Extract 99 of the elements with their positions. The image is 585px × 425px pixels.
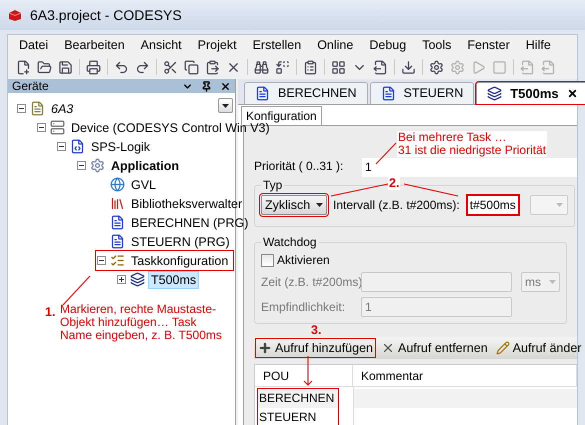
field-label: Intervall (z.B. t#200ms): xyxy=(333,197,460,214)
document-icon xyxy=(110,234,125,249)
printer-icon[interactable] xyxy=(86,60,101,74)
type-dropdown[interactable]: Zyklisch xyxy=(261,195,327,215)
pencil-icon xyxy=(496,341,510,355)
tree-item[interactable]: SPS-Logik xyxy=(88,138,154,156)
menu-item[interactable]: Hilfe xyxy=(526,36,551,54)
editor-tab[interactable]: T500ms xyxy=(476,82,585,104)
cross-icon xyxy=(381,341,395,355)
stack-icon xyxy=(130,272,145,287)
menu-item[interactable]: Datei xyxy=(19,36,48,54)
close-icon[interactable] xyxy=(566,88,578,99)
checkbox[interactable] xyxy=(261,254,274,266)
annotation-text: 2. xyxy=(388,176,400,190)
tree-item[interactable]: BERECHNEN (PRG) xyxy=(128,214,252,232)
gear-icon[interactable] xyxy=(429,60,444,74)
editor-tab[interactable]: STEUERN xyxy=(370,82,474,104)
annotation-text: Bei mehrere Task … 31 ist die niedrigste Priorität xyxy=(397,131,548,157)
leader-arrow xyxy=(304,356,312,386)
editor-tab[interactable]: BERECHNEN xyxy=(244,82,368,104)
sensitivity-field: 1 xyxy=(361,296,512,316)
table-cell[interactable]: BERECHNEN xyxy=(258,389,338,408)
document-icon xyxy=(30,101,45,116)
tree-item[interactable]: STEUERN (PRG) xyxy=(128,232,233,250)
column-header[interactable]: POU xyxy=(255,365,353,386)
toolbar-button[interactable]: Aufruf entfernen xyxy=(379,339,490,357)
download-icon[interactable] xyxy=(401,60,416,74)
gear-icon xyxy=(90,158,105,173)
caret-icon xyxy=(549,280,556,284)
leader-line xyxy=(404,184,458,196)
scissors-icon[interactable] xyxy=(163,60,178,74)
caret-icon xyxy=(222,104,229,108)
field-label: Priorität ( 0..31 ): xyxy=(254,158,344,175)
toolbar-button[interactable]: Aufruf hinzufügen xyxy=(256,339,375,357)
document-icon xyxy=(110,215,125,230)
tree-item[interactable]: T500ms xyxy=(148,270,200,288)
paste-icon[interactable] xyxy=(205,60,220,74)
grid-icon[interactable] xyxy=(331,60,346,74)
collapse-icon[interactable] xyxy=(76,161,86,170)
collapse-icon[interactable] xyxy=(16,104,26,113)
group-title: Typ xyxy=(262,177,284,194)
toolbar-button[interactable]: Aufruf änder xyxy=(494,339,584,357)
menu-item[interactable]: Debug xyxy=(369,36,406,54)
tree-item[interactable]: Bibliotheksverwalter xyxy=(128,194,246,212)
tree-item[interactable]: 6A3 xyxy=(48,100,76,118)
annotation-text: 1. xyxy=(45,304,56,321)
redo-icon[interactable] xyxy=(135,60,150,74)
save-icon[interactable] xyxy=(58,60,73,74)
menu-item[interactable]: Tools xyxy=(422,36,452,54)
menu-item[interactable]: Online xyxy=(317,36,354,54)
folder-icon[interactable] xyxy=(37,60,52,74)
menu-item[interactable]: Erstellen xyxy=(252,36,302,54)
menu-item[interactable]: Fenster xyxy=(467,36,510,54)
leader-line xyxy=(62,276,90,306)
window-title: 6A3.project - CODESYS xyxy=(30,6,182,25)
task-list-icon xyxy=(110,253,125,268)
tree-item[interactable]: Application xyxy=(108,156,182,174)
annotation-text: Markieren, rechte Maustaste- Objekt hinzufügen… Task Name eingeben, z. B. T500ms xyxy=(60,303,222,342)
expand-icon[interactable] xyxy=(116,275,126,284)
column-header[interactable]: Kommentar xyxy=(353,365,577,386)
collapse-icon[interactable] xyxy=(56,142,66,151)
group-title: Watchdog xyxy=(262,234,318,251)
replace-icon[interactable] xyxy=(275,60,290,74)
globe-icon xyxy=(110,177,125,192)
document-icon xyxy=(380,86,396,101)
pin-icon[interactable] xyxy=(201,80,212,92)
code-file-icon xyxy=(70,139,85,154)
new-file-icon[interactable] xyxy=(16,60,31,74)
caret-icon xyxy=(316,203,323,207)
file-export-icon[interactable] xyxy=(373,60,388,74)
field-label: Empfindlichkeit: xyxy=(261,298,346,316)
dropdown-button[interactable] xyxy=(218,98,233,113)
caret-icon xyxy=(556,203,563,207)
collapse-icon[interactable] xyxy=(96,256,106,265)
cube-icon xyxy=(8,8,22,22)
interval-field[interactable]: t#500ms xyxy=(466,194,520,216)
books-icon xyxy=(110,196,125,211)
panel-title: Geräte xyxy=(12,79,50,93)
field-label: Zeit (z.B. t#200ms) xyxy=(261,274,361,290)
checkbox-label: Aktivieren xyxy=(277,252,330,269)
collapse-icon[interactable] xyxy=(36,123,46,132)
undo-icon[interactable] xyxy=(114,60,129,74)
plus-icon xyxy=(258,341,272,355)
annotation-text: 3. xyxy=(311,324,322,337)
leader-line xyxy=(376,142,396,164)
menu-item[interactable]: Bearbeiten xyxy=(64,36,125,54)
priority-field[interactable]: 1 xyxy=(362,158,577,176)
leader-line xyxy=(330,184,388,196)
close-icon[interactable] xyxy=(220,80,231,92)
clipboard-icon[interactable] xyxy=(303,60,318,74)
stack-icon xyxy=(487,86,502,101)
tree-item[interactable]: GVL xyxy=(128,176,160,194)
binoculars-icon[interactable] xyxy=(254,60,269,74)
copy-icon[interactable] xyxy=(184,60,199,74)
tree-item[interactable]: Taskkonfiguration xyxy=(128,252,234,270)
server-icon xyxy=(50,120,65,135)
menu-item[interactable]: Projekt xyxy=(198,36,237,54)
menu-item[interactable]: Ansicht xyxy=(140,36,182,54)
document-icon xyxy=(255,86,270,101)
